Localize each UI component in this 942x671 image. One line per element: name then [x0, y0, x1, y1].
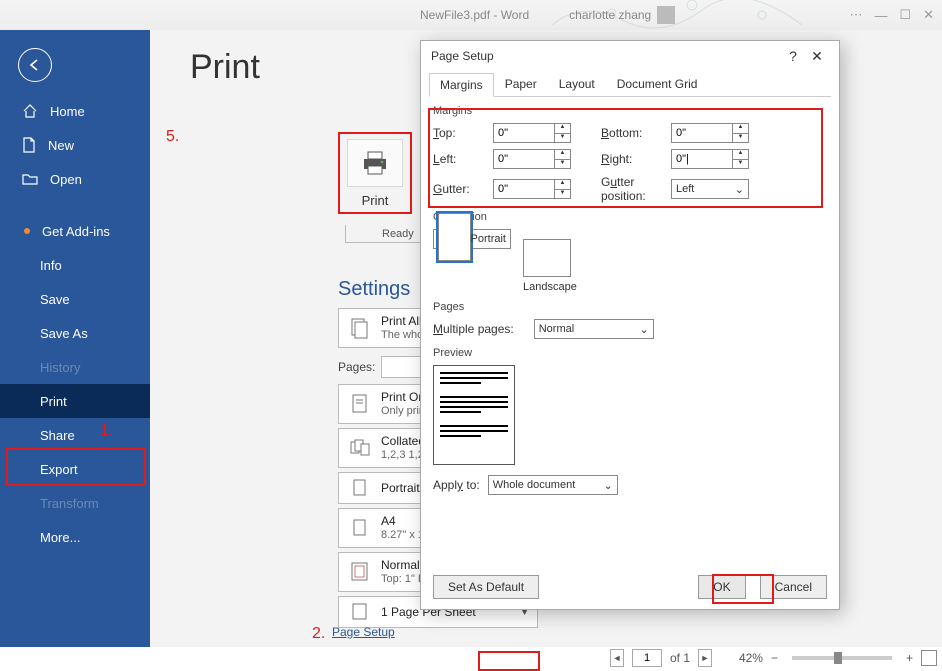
sidebar-item-new[interactable]: New: [0, 128, 150, 162]
sidebar-item-print[interactable]: Print: [0, 384, 150, 418]
tab-margins[interactable]: Margins: [429, 73, 494, 97]
orientation-portrait[interactable]: Portrait: [433, 229, 511, 249]
sidebar-item-transform: Transform: [0, 486, 150, 520]
collate-icon: [347, 435, 373, 461]
zoom-pct: 42%: [739, 651, 763, 665]
sidebar-item-addins[interactable]: Get Add-ins: [0, 214, 150, 248]
sidebar-item-saveas[interactable]: Save As: [0, 316, 150, 350]
addins-badge-icon: [24, 228, 30, 234]
sidebar-label: Open: [50, 172, 82, 187]
dialog-title: Page Setup: [431, 49, 494, 63]
user-name: charlotte zhang: [569, 8, 651, 22]
back-button[interactable]: [18, 48, 52, 82]
print-button-label: Print: [362, 193, 389, 208]
user-area[interactable]: charlotte zhang: [569, 6, 675, 24]
sidebar-label: Share: [40, 428, 75, 443]
sidebar-label: Save As: [40, 326, 88, 341]
annotation-box-2: [478, 651, 540, 671]
annotation-box-3: [428, 108, 823, 208]
tab-layout[interactable]: Layout: [548, 72, 606, 96]
sidebar-label: History: [40, 360, 80, 375]
lbl-multiple: Multiple pages:: [433, 322, 514, 336]
sidebar-item-info[interactable]: Info: [0, 248, 150, 282]
sidebar-label: Transform: [40, 496, 99, 511]
page-of-label: of 1: [670, 651, 690, 665]
fieldset-orientation: Orientation Portrait Landscape: [433, 211, 827, 293]
preview-page: [433, 365, 515, 465]
pages-icon: [347, 315, 373, 341]
sidebar-item-share[interactable]: Share: [0, 418, 150, 452]
annotation-5: 5.: [166, 128, 179, 146]
annotation-2: 2.: [312, 625, 325, 643]
next-page-button[interactable]: ►: [698, 649, 712, 667]
lbl-apply: Apply to:: [433, 478, 480, 492]
sidebar-item-save[interactable]: Save: [0, 282, 150, 316]
sidebar-label: Get Add-ins: [42, 224, 110, 239]
zoom-bar: ◄ of 1 ► 42% − +: [610, 646, 937, 670]
oneside-icon: [347, 391, 373, 417]
zoom-out-button[interactable]: −: [771, 651, 778, 665]
set-default-button[interactable]: Set As Default: [433, 575, 539, 599]
avatar[interactable]: [657, 6, 675, 24]
zoom-in-button[interactable]: +: [906, 651, 913, 665]
select-multiple-pages[interactable]: Normal⌄: [534, 319, 654, 339]
orientation-landscape[interactable]: Landscape: [523, 229, 577, 293]
close-icon[interactable]: ✕: [923, 7, 934, 23]
zoom-fit-button[interactable]: [921, 650, 937, 666]
portrait-icon: [347, 475, 373, 501]
maximize-icon[interactable]: ☐: [899, 7, 911, 23]
sidebar-label: More...: [40, 530, 80, 545]
annotation-1: 1.: [100, 422, 113, 440]
margins-icon: [347, 559, 373, 585]
sidebar-label: Save: [40, 292, 70, 307]
backstage-sidebar: Home New Open Get Add-ins Info Save Save…: [0, 30, 150, 647]
fieldset-preview: Preview: [433, 347, 827, 465]
apply-to-row: Apply to: Whole document⌄: [433, 475, 827, 495]
pages-label: Pages:: [338, 360, 375, 374]
sidebar-label: Home: [50, 104, 85, 119]
prev-page-button[interactable]: ◄: [610, 649, 624, 667]
doc-title: NewFile3.pdf - Word: [420, 8, 529, 22]
sheet-icon: [347, 599, 373, 625]
sidebar-label: New: [48, 138, 74, 153]
sidebar-label: Info: [40, 258, 62, 273]
select-apply-to[interactable]: Whole document⌄: [488, 475, 618, 495]
annotation-box-4: [712, 574, 774, 604]
page-setup-link[interactable]: Page Setup: [332, 625, 395, 639]
ribbon-options-icon[interactable]: ⋯: [849, 7, 862, 23]
printer-icon: [360, 150, 390, 176]
zoom-slider[interactable]: [792, 656, 892, 660]
fieldset-pages: Pages Multiple pages: Normal⌄: [433, 301, 827, 339]
paper-icon: [347, 515, 373, 541]
sidebar-item-history: History: [0, 350, 150, 384]
tab-docgrid[interactable]: Document Grid: [606, 72, 709, 96]
settings-heading: Settings: [338, 278, 410, 301]
print-button[interactable]: Print: [338, 132, 412, 214]
minimize-icon[interactable]: —: [874, 8, 887, 23]
annotation-box-1: [6, 448, 146, 486]
dialog-close-button[interactable]: ✕: [805, 48, 829, 65]
sidebar-item-open[interactable]: Open: [0, 162, 150, 196]
sidebar-label: Print: [40, 394, 67, 409]
sidebar-item-home[interactable]: Home: [0, 94, 150, 128]
titlebar: NewFile3.pdf - Word charlotte zhang ⋯ — …: [0, 0, 942, 30]
dialog-help-button[interactable]: ?: [781, 48, 805, 64]
sidebar-item-more[interactable]: More...: [0, 520, 150, 554]
page-number-input[interactable]: [632, 649, 662, 667]
tab-paper[interactable]: Paper: [494, 72, 548, 96]
dialog-tabs: Margins Paper Layout Document Grid: [429, 71, 831, 97]
